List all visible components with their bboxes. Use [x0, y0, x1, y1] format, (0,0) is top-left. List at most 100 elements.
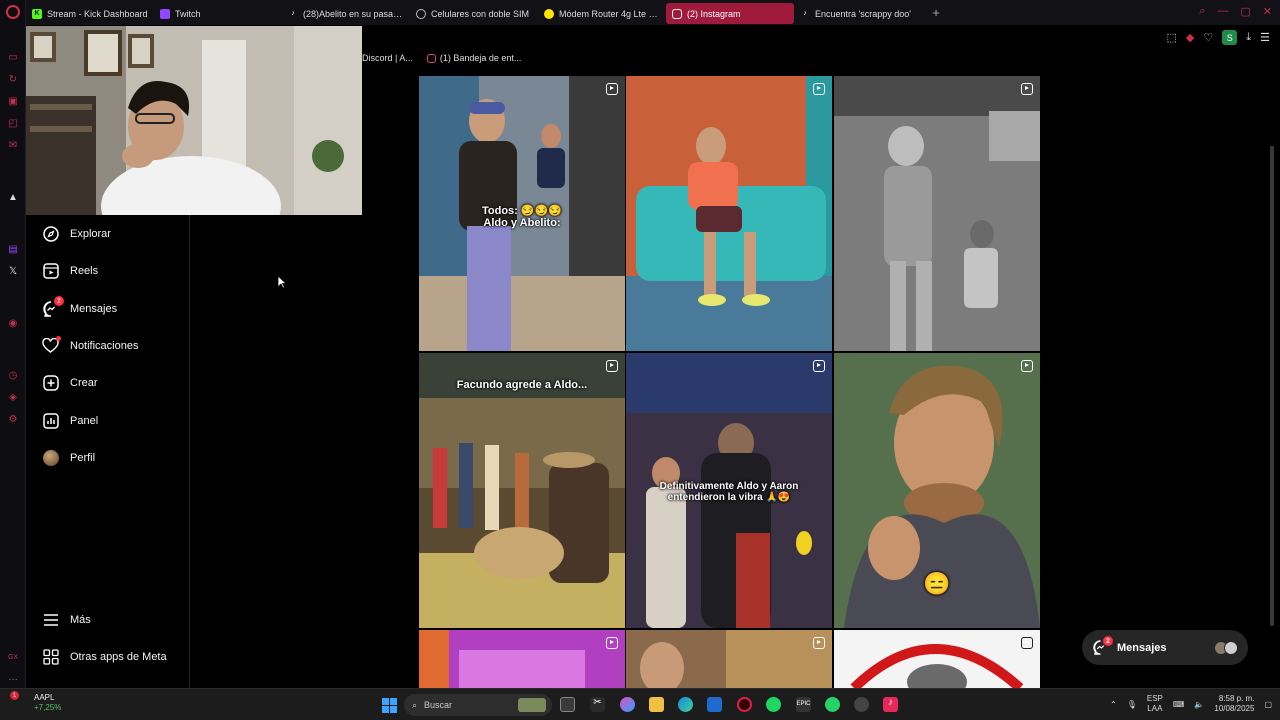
- volume-icon[interactable]: 🔈: [1194, 700, 1204, 709]
- minimize-icon[interactable]: —: [1217, 5, 1228, 18]
- opera-gx-icon[interactable]: [737, 697, 752, 712]
- microphone-icon[interactable]: 🎙: [1127, 700, 1137, 709]
- nav-notificaciones[interactable]: Notificaciones: [42, 336, 138, 354]
- reel-tile[interactable]: Definitivamente Aldo y Aaron entendieron…: [626, 353, 832, 628]
- tiktok-app-icon[interactable]: ♪: [883, 697, 898, 712]
- menu-icon[interactable]: ☰: [1260, 31, 1270, 44]
- chevron-up-icon[interactable]: ⌃: [1110, 700, 1117, 709]
- reel-tile[interactable]: [419, 630, 625, 688]
- reel-caption: Todos: 😏😏😏 Aldo y Abelito:: [482, 205, 562, 229]
- nav-crear[interactable]: Crear: [42, 374, 98, 391]
- nav-explorar[interactable]: Explorar: [42, 225, 111, 242]
- globe-icon: [416, 8, 426, 19]
- sidebar-history-icon[interactable]: ◷: [6, 368, 20, 382]
- messages-pill-badge: 2: [1103, 636, 1113, 646]
- shield-icon[interactable]: ◆: [1186, 31, 1194, 44]
- avatar: [1224, 640, 1238, 655]
- sidebar-bag-icon[interactable]: ▣: [6, 94, 20, 108]
- stock-name: AAPL: [34, 693, 55, 702]
- sidebar-twitch-icon[interactable]: ◰: [6, 116, 20, 130]
- reel-tile[interactable]: [834, 76, 1040, 351]
- tab-kick[interactable]: K Stream - Kick Dashboard: [26, 3, 154, 24]
- tab-tiktok-abelito[interactable]: ♪ (28)Abelito en su pasarela: [282, 3, 410, 24]
- sidebar-aria-icon[interactable]: ▲: [6, 190, 20, 204]
- spotify-icon[interactable]: [766, 697, 781, 712]
- task-view-icon[interactable]: [560, 697, 575, 712]
- tab-modem[interactable]: Módem Router 4g Lte Wifi: [538, 3, 666, 24]
- nav-reels[interactable]: Reels: [42, 262, 98, 279]
- reel-tile[interactable]: [626, 630, 832, 688]
- page-scrollbar[interactable]: [1270, 76, 1274, 688]
- windows-start-icon[interactable]: [382, 698, 397, 713]
- tiktok-icon: ♪: [803, 10, 807, 17]
- search-tabs-icon[interactable]: ⌕: [1199, 5, 1205, 18]
- sidebar-settings-icon[interactable]: ⚙: [6, 412, 20, 426]
- profile-avatar[interactable]: S: [1222, 30, 1238, 45]
- nav-mensajes[interactable]: 2 Mensajes: [42, 296, 117, 317]
- sidebar-box-icon[interactable]: ◈: [6, 390, 20, 404]
- nav-panel[interactable]: Panel: [42, 412, 98, 429]
- reel-icon: [813, 360, 825, 372]
- network-icon[interactable]: ⌨: [1173, 700, 1185, 709]
- new-tab-button[interactable]: +: [928, 5, 944, 21]
- reel-tile[interactable]: [834, 630, 1040, 688]
- close-icon[interactable]: ✕: [1263, 5, 1272, 18]
- reel-caption: 😑: [923, 571, 951, 596]
- nav-mas[interactable]: Más: [42, 611, 91, 628]
- reels-icon: [42, 262, 59, 279]
- sidebar-more-icon[interactable]: …: [6, 670, 20, 684]
- compass-icon: [42, 225, 59, 242]
- edge-icon[interactable]: [678, 697, 693, 712]
- sidebar-mail-icon[interactable]: ✉: [6, 138, 20, 152]
- sidebar-player-icon[interactable]: ◉: [6, 316, 20, 330]
- taskbar-search[interactable]: ⌕ Buscar: [404, 694, 552, 716]
- bookmark-instagram-inbox[interactable]: (1) Bandeja de ent...: [426, 53, 521, 63]
- copilot-icon[interactable]: [620, 697, 635, 712]
- maximize-icon[interactable]: ▢: [1240, 5, 1250, 18]
- reel-caption: Definitivamente Aldo y Aaron entendieron…: [659, 481, 799, 503]
- whatsapp-icon[interactable]: [825, 697, 840, 712]
- bookmark-discord[interactable]: Discord | A...: [362, 53, 413, 63]
- sidebar-gx-icon[interactable]: GX: [6, 650, 20, 664]
- clock[interactable]: 8:58 p. m. 10/08/2025: [1214, 694, 1254, 714]
- window-controls: ⌕ — ▢ ✕: [1199, 5, 1272, 18]
- sidebar-refresh-icon[interactable]: ↻: [6, 72, 20, 86]
- notifications-icon[interactable]: ▢: [1264, 700, 1272, 709]
- sidebar-twitch-app-icon[interactable]: ▤: [6, 242, 20, 256]
- snapshot-icon[interactable]: ⬚: [1167, 31, 1177, 44]
- file-explorer-icon[interactable]: [649, 697, 664, 712]
- bookmarks-bar: Discord | A... (1) Bandeja de ent...: [362, 53, 521, 63]
- reel-caption: Facundo agrede a Aldo...: [456, 379, 588, 391]
- reel-tile[interactable]: [626, 76, 832, 351]
- sidebar-dashboard-icon[interactable]: ▭: [6, 50, 20, 64]
- reel-tile[interactable]: 😑: [834, 353, 1040, 628]
- tab-celulares[interactable]: Celulares con doble SIM: [410, 3, 538, 24]
- opera-logo-icon[interactable]: [6, 5, 20, 19]
- reel-icon: [606, 637, 618, 649]
- nav-perfil[interactable]: Perfil: [42, 449, 95, 466]
- twitch-icon: [160, 8, 170, 19]
- capcut-icon[interactable]: ✂: [590, 697, 605, 712]
- reel-tile[interactable]: Facundo agrede a Aldo...: [419, 353, 625, 628]
- hamburger-icon: [42, 611, 59, 628]
- store-icon[interactable]: [707, 697, 722, 712]
- nav-otras-apps-meta[interactable]: Otras apps de Meta: [42, 648, 167, 665]
- language-indicator[interactable]: ESP LAA: [1147, 694, 1163, 714]
- tab-tiktok-scrappy[interactable]: ♪ Encuentra 'scrappy doo': [794, 3, 922, 24]
- download-icon[interactable]: ⤓: [1246, 31, 1251, 44]
- reel-tile[interactable]: Todos: 😏😏😏 Aldo y Abelito:: [419, 76, 625, 351]
- plus-square-icon: [42, 374, 59, 391]
- epic-games-icon[interactable]: EPIC: [796, 697, 811, 712]
- screen: ▭ ↻ ▣ ◰ ✉ ▲ ▤ 𝕏 ◉ ◷ ◈ ⚙ GX … K Stream - K…: [0, 0, 1280, 720]
- bar-chart-icon: [42, 412, 59, 429]
- stock-widget[interactable]: 1 AAPL +7,25%: [10, 691, 61, 713]
- recent-contacts: [1214, 640, 1238, 655]
- sidebar-x-icon[interactable]: 𝕏: [6, 264, 20, 278]
- tab-instagram[interactable]: (2) Instagram: [666, 3, 794, 24]
- scrollbar-thumb[interactable]: [1270, 146, 1274, 626]
- reel-icon: [813, 637, 825, 649]
- obs-icon[interactable]: [854, 697, 869, 712]
- heart-icon[interactable]: ♡: [1203, 31, 1213, 44]
- messages-floating-button[interactable]: 2 Mensajes: [1082, 630, 1248, 665]
- tab-twitch[interactable]: Twitch: [154, 3, 282, 24]
